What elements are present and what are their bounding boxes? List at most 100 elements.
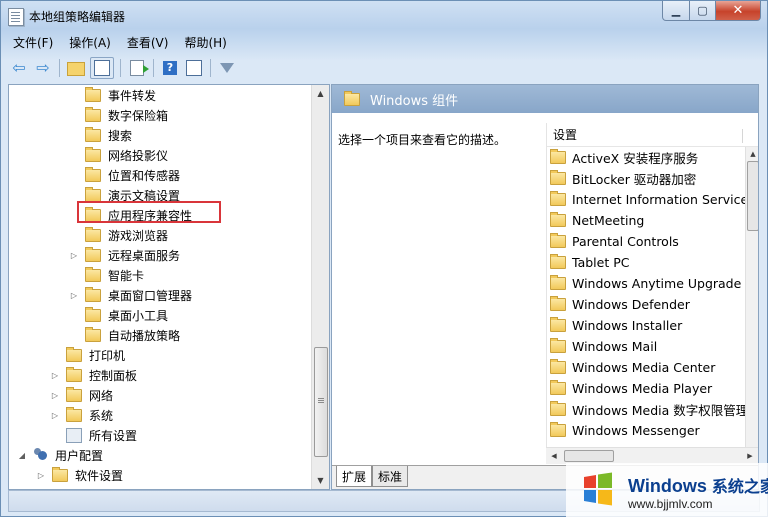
list-item[interactable]: Windows Anytime Upgrade [550, 273, 741, 294]
tree-item[interactable]: 游戏浏览器 [69, 225, 168, 245]
list-item[interactable]: Windows Media Player [550, 378, 712, 399]
menu-action[interactable]: 操作(A) [61, 34, 119, 51]
expand-arrow-icon[interactable]: ▷ [36, 471, 46, 480]
back-arrow-icon[interactable]: ⇦ [9, 58, 29, 78]
folder-icon [85, 106, 101, 122]
folder-icon [85, 326, 101, 342]
details-title: Windows 组件 [370, 93, 459, 109]
scroll-up-icon[interactable]: ▲ [312, 85, 329, 102]
expand-arrow-icon[interactable]: ▷ [69, 251, 79, 260]
scroll-up-icon[interactable]: ▲ [746, 147, 758, 161]
scroll-down-icon[interactable]: ▼ [312, 472, 329, 489]
app-icon [8, 8, 24, 26]
tree-item[interactable]: 网络投影仪 [69, 145, 168, 165]
title-bar[interactable]: 本地组策略编辑器 ▁ ▢ ✕ [1, 1, 767, 31]
tree-item[interactable]: 搜索 [69, 125, 132, 145]
tree-item[interactable]: 位置和传感器 [69, 165, 180, 185]
help-icon[interactable]: ? [160, 58, 180, 78]
settings-icon [66, 427, 82, 443]
tab-standard[interactable]: 标准 [372, 466, 408, 487]
folder-icon [550, 254, 566, 269]
list-item[interactable]: Windows Messenger [550, 420, 700, 441]
expand-arrow-icon[interactable]: ▷ [50, 391, 60, 400]
toolbar-separator [120, 58, 121, 77]
expand-arrow-icon[interactable]: ▷ [69, 291, 79, 300]
list-item[interactable]: Windows Media Center [550, 357, 715, 378]
windows-logo-icon [584, 472, 612, 506]
minimize-button[interactable]: ▁ [662, 1, 690, 21]
list-item[interactable]: BitLocker 驱动器加密 [550, 168, 696, 189]
tree-item[interactable]: 所有设置 [50, 425, 137, 445]
folder-icon [550, 233, 566, 248]
folder-icon [550, 296, 566, 311]
maximize-button[interactable]: ▢ [690, 1, 716, 21]
tree-item[interactable]: 自动播放策略 [69, 325, 180, 345]
tree-item[interactable]: 数字保险箱 [69, 105, 168, 125]
list-item[interactable]: NetMeeting [550, 210, 644, 231]
expand-arrow-icon[interactable]: ▷ [50, 411, 60, 420]
menu-help[interactable]: 帮助(H) [176, 34, 234, 51]
up-folder-icon[interactable] [66, 58, 86, 78]
properties-icon[interactable] [184, 58, 204, 78]
folder-icon [344, 90, 360, 106]
tab-extended[interactable]: 扩展 [336, 466, 372, 487]
tree-item[interactable]: ▷ 桌面窗口管理器 [69, 285, 192, 305]
settings-list: 设置 ActiveX 安装程序服务 BitLocker 驱动器加密 Intern… [546, 123, 758, 463]
menu-view[interactable]: 查看(V) [119, 34, 177, 51]
toolbar: ⇦ ⇨ ? [1, 54, 767, 81]
list-item[interactable]: Parental Controls [550, 231, 679, 252]
list-item[interactable]: ActiveX 安装程序服务 [550, 147, 698, 168]
folder-icon [66, 346, 82, 362]
show-hide-tree-icon[interactable] [90, 56, 114, 79]
menu-bar: 文件(F) 操作(A) 查看(V) 帮助(H) [1, 32, 767, 53]
scroll-right-icon[interactable]: ▶ [742, 448, 758, 464]
expand-arrow-icon[interactable]: ▷ [50, 371, 60, 380]
column-header-settings[interactable]: 设置 [547, 123, 758, 147]
scroll-left-icon[interactable]: ◀ [546, 448, 562, 464]
scroll-thumb[interactable] [564, 450, 614, 462]
tree-item[interactable]: ▷ 控制面板 [50, 365, 137, 385]
list-vertical-scrollbar[interactable]: ▲ ▼ [745, 147, 758, 463]
close-button[interactable]: ✕ [716, 1, 761, 21]
list-horizontal-scrollbar[interactable]: ◀ ▶ [546, 447, 758, 464]
scroll-thumb[interactable] [314, 347, 328, 457]
tree-item[interactable]: 桌面小工具 [69, 305, 168, 325]
caption-buttons: ▁ ▢ ✕ [662, 1, 761, 21]
tree-item[interactable]: 事件转发 [69, 85, 156, 105]
description-text: 选择一个项目来查看它的描述。 [338, 133, 507, 147]
forward-arrow-icon[interactable]: ⇨ [33, 58, 53, 78]
folder-icon [550, 401, 566, 416]
list-item[interactable]: Windows Mail [550, 336, 657, 357]
folder-icon [550, 422, 566, 437]
tree-item[interactable]: ▷ 系统 [50, 405, 113, 425]
folder-icon [550, 338, 566, 353]
list-item[interactable]: Internet Information Services [550, 189, 755, 210]
tree-item[interactable]: 打印机 [50, 345, 125, 365]
filter-icon[interactable] [217, 58, 237, 78]
details-pane: Windows 组件 选择一个项目来查看它的描述。 设置 ActiveX 安装程… [331, 84, 759, 490]
watermark-url: www.bjjmlv.com [628, 497, 713, 511]
collapse-arrow-icon[interactable]: ◢ [17, 451, 27, 460]
folder-icon [550, 191, 566, 206]
folder-icon [52, 466, 68, 482]
tree-item[interactable]: ▷ 网络 [50, 385, 113, 405]
folder-icon [550, 212, 566, 227]
folder-icon [85, 146, 101, 162]
watermark: Windows 系统之家 www.bjjmlv.com [566, 463, 768, 517]
list-item[interactable]: Windows Defender [550, 294, 690, 315]
folder-icon [85, 186, 101, 202]
scroll-thumb[interactable] [747, 161, 758, 231]
export-list-icon[interactable] [127, 58, 149, 78]
list-item[interactable]: Windows Media 数字权限管理 [550, 399, 748, 420]
folder-icon [85, 226, 101, 242]
tree-item[interactable]: 智能卡 [69, 265, 144, 285]
list-item[interactable]: Windows Installer [550, 315, 682, 336]
tree-scrollbar[interactable]: ▲ ▼ [311, 85, 329, 489]
folder-icon [550, 170, 566, 185]
tree-item[interactable]: ▷ 远程桌面服务 [69, 245, 180, 265]
list-item[interactable]: Tablet PC [550, 252, 629, 273]
folder-icon [550, 380, 566, 395]
menu-file[interactable]: 文件(F) [1, 34, 61, 51]
tree-item[interactable]: ◢ 用户配置 [17, 445, 103, 465]
tree-item[interactable]: ▷ 软件设置 [36, 465, 123, 485]
